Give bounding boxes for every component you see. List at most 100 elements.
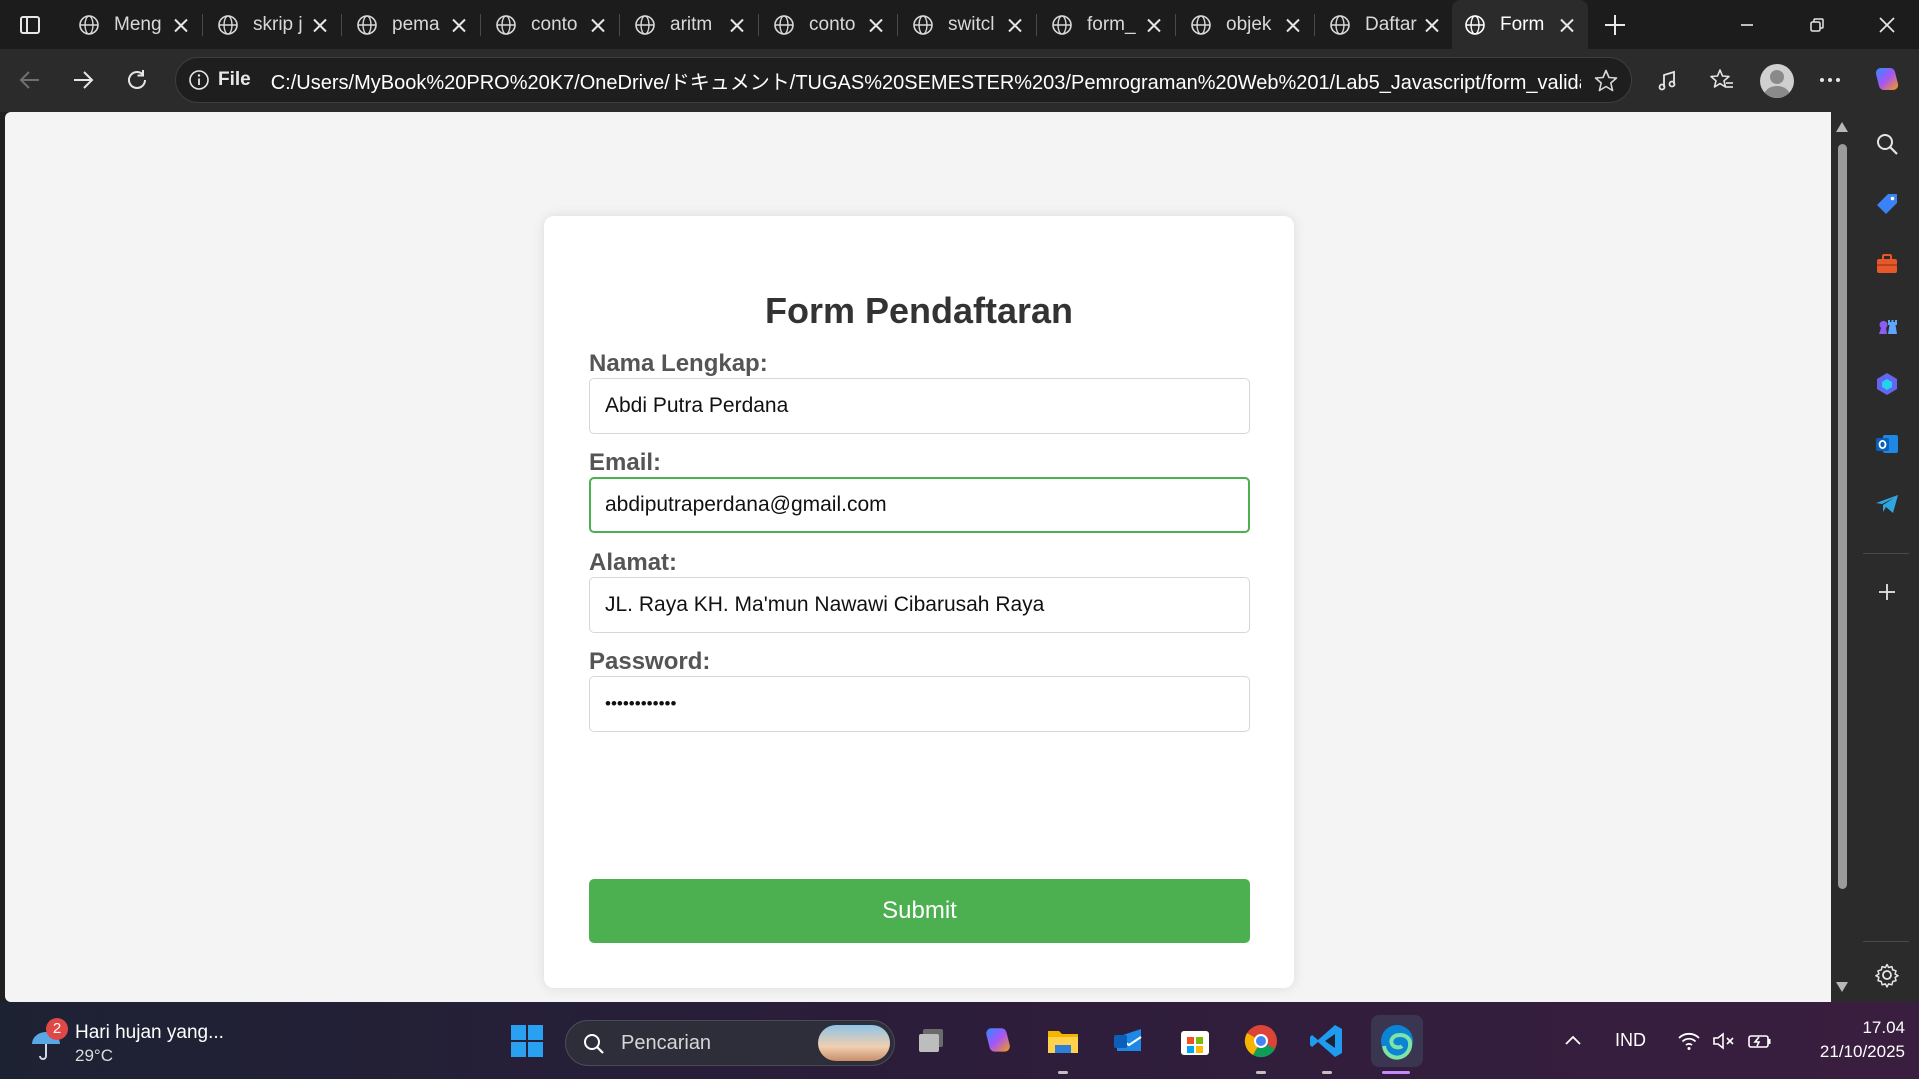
globe-icon: [357, 14, 377, 35]
search-placeholder: Pencarian: [621, 1032, 712, 1054]
close-tab-icon[interactable]: [869, 18, 883, 32]
copilot-icon[interactable]: [1867, 61, 1905, 99]
tray-overflow-chevron-icon[interactable]: [1562, 1002, 1584, 1079]
nama-input[interactable]: [589, 378, 1250, 434]
tab[interactable]: aritm: [622, 0, 759, 49]
edge-sidebar: [1853, 112, 1919, 1002]
add-icon[interactable]: [1872, 577, 1902, 607]
outlook-app-icon[interactable]: [1107, 1019, 1151, 1063]
close-tab-icon[interactable]: [174, 18, 188, 32]
more-options-icon[interactable]: [1811, 61, 1849, 99]
taskbar-search[interactable]: Pencarian: [565, 1020, 895, 1066]
browser-toolbar: File C:/Users/MyBook%20PRO%20K7/OneDrive…: [0, 49, 1919, 112]
tools-briefcase-icon[interactable]: [1872, 249, 1902, 279]
weather-widget[interactable]: 2 Hari hujan yang... 29°C: [24, 1018, 244, 1068]
address-bar[interactable]: File C:/Users/MyBook%20PRO%20K7/OneDrive…: [175, 57, 1632, 103]
tab-label: skrip j: [253, 13, 303, 35]
favorites-icon[interactable]: [1703, 61, 1741, 99]
vscode-icon[interactable]: [1305, 1019, 1349, 1063]
tab-actions-icon[interactable]: [14, 10, 46, 40]
minimize-icon[interactable]: [1717, 0, 1777, 49]
email-label: Email:: [589, 449, 662, 476]
globe-icon: [913, 14, 933, 35]
copilot-app-icon[interactable]: [975, 1019, 1019, 1063]
shopping-tag-icon[interactable]: [1872, 189, 1902, 219]
read-aloud-icon[interactable]: [1650, 61, 1688, 99]
forward-arrow-icon[interactable]: [63, 60, 103, 100]
tab[interactable]: form_: [1039, 0, 1176, 49]
chrome-icon[interactable]: [1239, 1019, 1283, 1063]
globe-icon: [1052, 14, 1072, 35]
globe-icon: [1191, 14, 1211, 35]
tab[interactable]: Meng: [66, 0, 203, 49]
clock-time: 17.04: [1862, 1018, 1905, 1037]
settings-gear-icon[interactable]: [1872, 960, 1902, 990]
scroll-thumb[interactable]: [1838, 144, 1847, 889]
wifi-icon[interactable]: [1677, 1002, 1701, 1079]
windows-start-icon[interactable]: [505, 1019, 549, 1063]
form-title: Form Pendaftaran: [764, 290, 1074, 331]
globe-icon: [218, 14, 238, 35]
back-arrow-icon[interactable]: [10, 60, 50, 100]
tab[interactable]: pema: [344, 0, 481, 49]
close-tab-icon[interactable]: [1147, 18, 1161, 32]
tab[interactable]: Daftar: [1317, 0, 1453, 49]
tab[interactable]: objek: [1178, 0, 1315, 49]
email-input[interactable]: [589, 477, 1250, 533]
tab-strip: Meng skrip j pema conto aritm conto swit…: [0, 0, 1919, 49]
tab-label: pema: [392, 13, 440, 35]
tab-label: form_: [1087, 13, 1136, 35]
search-icon[interactable]: [1872, 129, 1902, 159]
tab[interactable]: skrip j: [205, 0, 342, 49]
close-tab-icon[interactable]: [730, 18, 744, 32]
tab-label: Form: [1500, 13, 1545, 35]
close-tab-icon[interactable]: [313, 18, 327, 32]
tab-label: conto: [809, 13, 856, 35]
task-view-icon[interactable]: [909, 1019, 953, 1063]
microsoft-store-icon[interactable]: [1173, 1019, 1217, 1063]
copilot-sidebar-icon[interactable]: [1872, 369, 1902, 399]
restore-icon[interactable]: [1787, 0, 1847, 49]
language-indicator[interactable]: IND: [1615, 1002, 1646, 1079]
telegram-send-icon[interactable]: [1872, 489, 1902, 519]
nama-label: Nama Lengkap:: [589, 350, 768, 377]
new-tab-icon[interactable]: [1599, 9, 1631, 41]
globe-icon: [79, 14, 99, 35]
file-explorer-icon[interactable]: [1041, 1019, 1085, 1063]
tab-active[interactable]: Form: [1452, 0, 1588, 49]
globe-icon: [496, 14, 516, 35]
refresh-icon[interactable]: [117, 60, 157, 100]
tab-label: objek: [1226, 13, 1272, 35]
tab[interactable]: conto: [483, 0, 620, 49]
tab[interactable]: switcl: [900, 0, 1037, 49]
edge-icon[interactable]: [1371, 1015, 1423, 1067]
globe-icon: [1330, 14, 1350, 35]
outlook-icon[interactable]: [1872, 429, 1902, 459]
vertical-scrollbar[interactable]: [1831, 112, 1853, 1002]
scroll-down-icon[interactable]: [1836, 982, 1848, 992]
url-text[interactable]: C:/Users/MyBook%20PRO%20K7/OneDrive/ドキュメ…: [271, 66, 1581, 95]
close-tab-icon[interactable]: [452, 18, 466, 32]
close-tab-icon[interactable]: [1286, 18, 1300, 32]
close-window-icon[interactable]: [1857, 0, 1917, 49]
globe-icon: [774, 14, 794, 35]
submit-button[interactable]: Submit: [589, 879, 1250, 943]
password-input[interactable]: [589, 676, 1250, 732]
close-tab-icon[interactable]: [1008, 18, 1022, 32]
info-icon[interactable]: [188, 69, 210, 91]
scroll-up-icon[interactable]: [1836, 122, 1848, 132]
close-tab-icon[interactable]: [1425, 18, 1439, 32]
volume-muted-icon[interactable]: [1712, 1002, 1736, 1079]
games-chess-icon[interactable]: [1872, 309, 1902, 339]
clock-date: 21/10/2025: [1819, 1042, 1905, 1061]
search-highlight-image: [818, 1025, 890, 1061]
system-clock[interactable]: 17.04 21/10/2025: [1795, 1016, 1905, 1064]
alamat-input[interactable]: [589, 577, 1250, 633]
profile-avatar[interactable]: [1760, 64, 1794, 98]
close-tab-icon[interactable]: [1560, 18, 1574, 32]
close-tab-icon[interactable]: [591, 18, 605, 32]
globe-icon: [635, 14, 655, 35]
battery-charging-icon[interactable]: [1747, 1002, 1773, 1079]
tab[interactable]: conto: [761, 0, 898, 49]
star-favorite-icon[interactable]: [1593, 68, 1619, 94]
